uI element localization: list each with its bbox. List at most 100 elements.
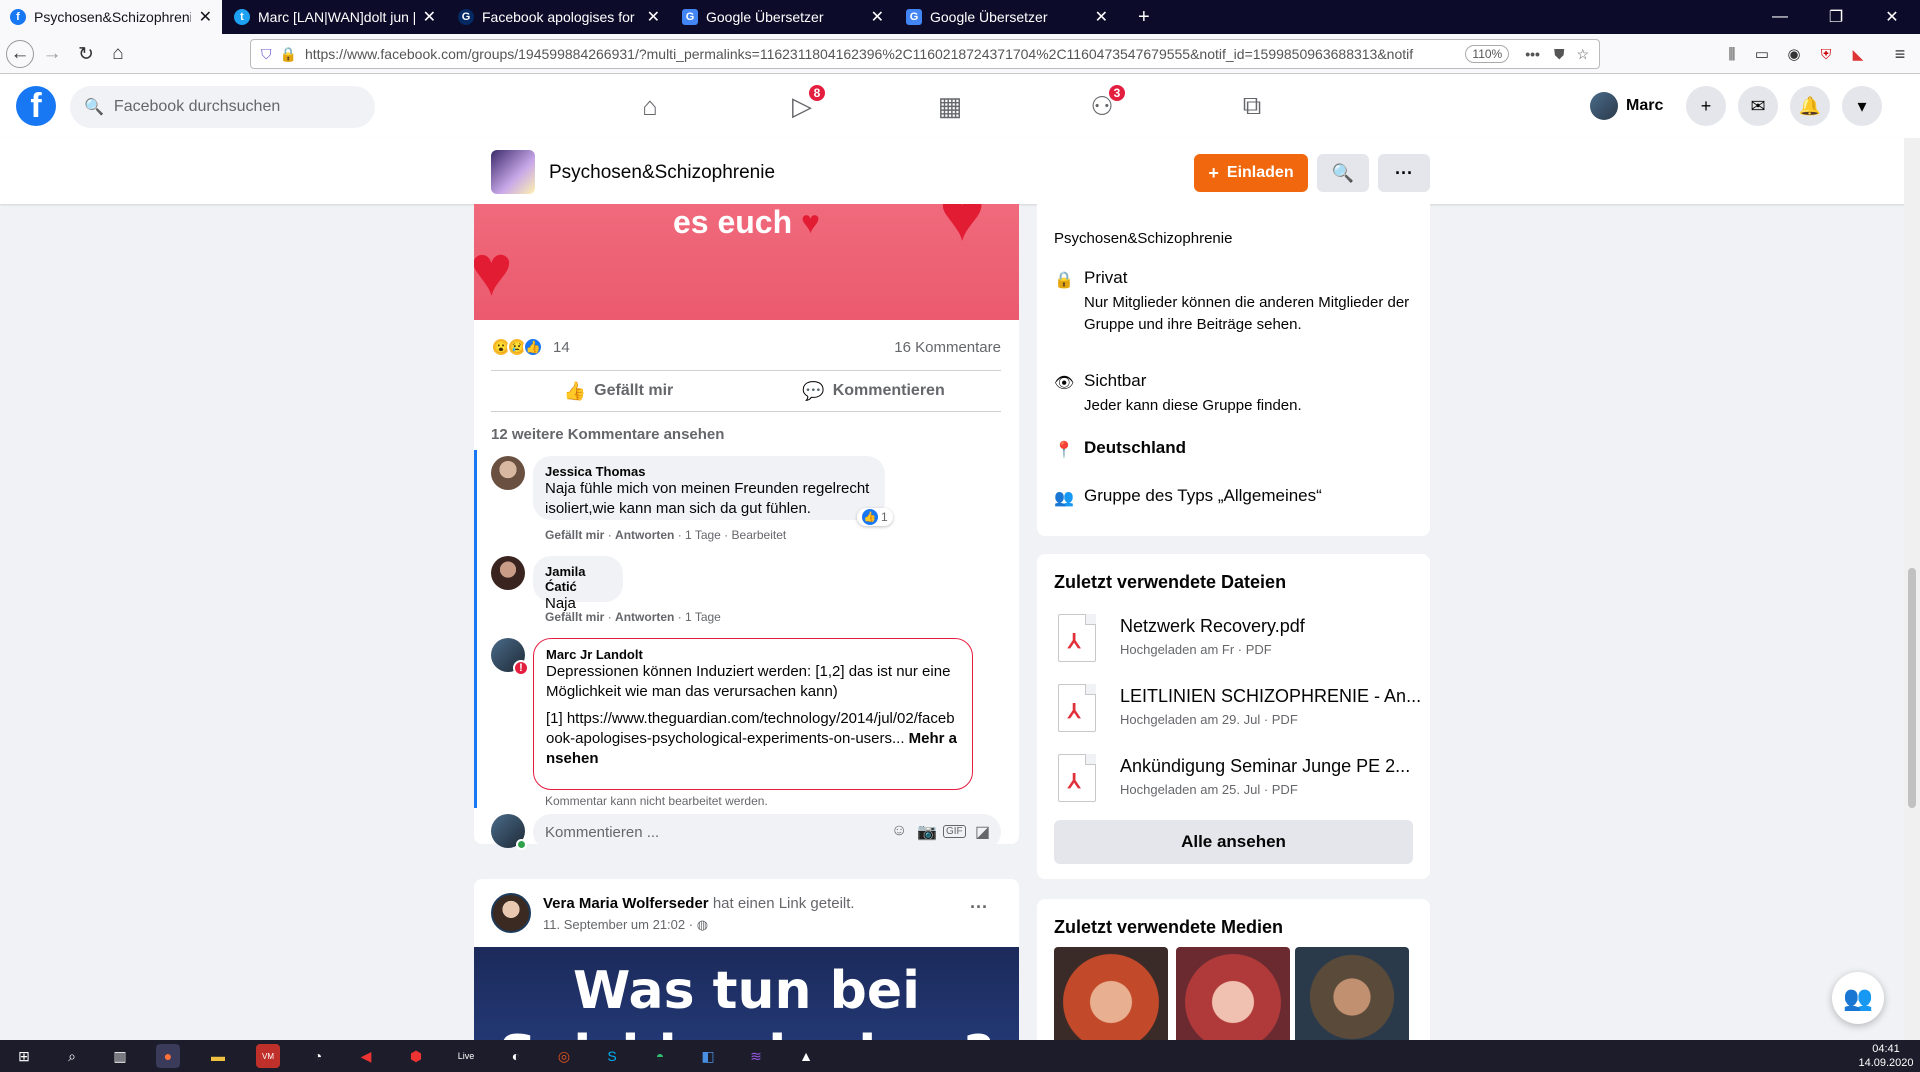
app-icon[interactable]: ◧ (696, 1044, 720, 1068)
voicemeeter-icon[interactable]: VM (256, 1044, 280, 1068)
post-options-icon[interactable]: ··· (970, 897, 988, 918)
comment-time[interactable]: 1 Tage (685, 610, 721, 624)
emoji-icon[interactable]: ☺ (891, 822, 907, 840)
search-input[interactable]: 🔍 Facebook durchsuchen (70, 86, 375, 128)
group-more-button[interactable]: ··· (1378, 154, 1430, 192)
system-clock[interactable]: 04:41 14.09.2020 (1858, 1042, 1914, 1070)
comment-reaction-badge[interactable]: 👍 1 (857, 508, 893, 526)
skype-icon[interactable]: S (600, 1044, 624, 1068)
file-item[interactable]: ⅄ Ankündigung Seminar Junge PE 2... Hoch… (1054, 752, 1424, 808)
app-icon[interactable]: ⬢ (404, 1044, 428, 1068)
new-tab-button[interactable]: + (1128, 0, 1158, 34)
comment-reply-link[interactable]: Antworten (615, 528, 674, 542)
url-text[interactable]: https://www.facebook.com/groups/19459988… (305, 46, 1457, 62)
comment-like-link[interactable]: Gefällt mir (545, 610, 604, 624)
file-explorer-icon[interactable]: ▬ (206, 1044, 230, 1068)
avatar[interactable] (491, 893, 531, 933)
file-name[interactable]: LEITLINIEN SCHIZOPHRENIE - An... (1120, 686, 1420, 707)
group-name[interactable]: Psychosen&Schizophrenie (549, 162, 775, 184)
reload-icon[interactable]: ↻ (72, 40, 100, 68)
messenger-icon[interactable]: ✉ (1738, 86, 1778, 126)
media-thumbnail[interactable] (1054, 947, 1168, 1047)
like-button[interactable]: 👍 Gefällt mir (491, 371, 746, 411)
facebook-logo-icon[interactable]: f (16, 86, 56, 126)
browser-tab[interactable]: G Google Übersetzer ✕ (896, 0, 1118, 34)
reaction-count[interactable]: 14 (553, 339, 570, 356)
post-image[interactable]: ♥ ♥ es euch ♥ (474, 204, 1019, 320)
browser-tab[interactable]: G Facebook apologises for psych ✕ (448, 0, 670, 34)
comment-button[interactable]: 💬 Kommentieren (746, 371, 1001, 411)
extension-icon[interactable]: ◣ (1844, 40, 1872, 68)
close-tab-icon[interactable]: ✕ (423, 7, 436, 27)
file-item[interactable]: ⅄ Netzwerk Recovery.pdf Hochgeladen am F… (1054, 612, 1424, 668)
group-search-button[interactable]: 🔍 (1317, 154, 1369, 192)
close-tab-icon[interactable]: ✕ (871, 7, 884, 27)
comment-count[interactable]: 16 Kommentare (894, 339, 1001, 356)
location-text[interactable]: Deutschland (1084, 438, 1186, 458)
profile-link[interactable]: Marc (1590, 90, 1663, 122)
url-bar[interactable]: ⛉ 🔒 https://www.facebook.com/groups/1945… (250, 39, 1600, 69)
camera-icon[interactable]: 📷 (917, 822, 937, 842)
reaction-summary[interactable]: 😮 😢 👍 14 16 Kommentare (491, 332, 1001, 362)
home-icon[interactable]: ⌂ (104, 40, 132, 68)
sticker-icon[interactable]: ◪ (975, 822, 990, 842)
shield-icon[interactable]: ⛉ (261, 46, 272, 63)
browser-tab[interactable]: t Marc [LAN|WAN]dolt jun [ملا ✕ (224, 0, 446, 34)
watch-nav-icon[interactable]: ▷ 8 (772, 84, 832, 126)
media-thumbnail[interactable] (1295, 947, 1409, 1047)
view-more-comments-link[interactable]: 12 weitere Kommentare ansehen (491, 426, 724, 443)
comment-like-link[interactable]: Gefällt mir (545, 528, 604, 542)
minimize-icon[interactable]: — (1752, 0, 1808, 34)
comment-author[interactable]: Jamila Ćatić (545, 564, 611, 594)
media-thumbnail[interactable] (1176, 947, 1290, 1047)
post-image[interactable]: Was tun bei Suizidgedanken? (474, 947, 1019, 1040)
back-icon[interactable]: ← (6, 40, 34, 68)
zoom-level[interactable]: 110% (1465, 45, 1510, 63)
invite-button[interactable]: + Einladen (1194, 154, 1308, 192)
see-all-files-button[interactable]: Alle ansehen (1054, 820, 1413, 864)
close-window-icon[interactable]: ✕ (1864, 0, 1920, 34)
comment-author[interactable]: Jessica Thomas (545, 464, 873, 479)
home-nav-icon[interactable]: ⌂ (620, 86, 680, 126)
close-tab-icon[interactable]: ✕ (199, 7, 212, 27)
comment-time[interactable]: 1 Tage (685, 528, 721, 542)
ublock-icon[interactable]: ⛨ (1812, 40, 1840, 68)
app-icon[interactable]: ◀ (354, 1044, 378, 1068)
marketplace-nav-icon[interactable]: ▦ (920, 86, 980, 126)
close-tab-icon[interactable]: ✕ (647, 7, 660, 27)
menu-icon[interactable]: ≡ (1886, 40, 1914, 68)
app-icon[interactable]: ◔ (306, 1044, 330, 1068)
search-icon[interactable]: ⌕ (60, 1044, 84, 1068)
notifications-bell-icon[interactable]: 🔔 (1790, 86, 1830, 126)
post-date[interactable]: 11. September um 21:02 · ◍ (543, 917, 708, 933)
ableton-live-icon[interactable]: Live (454, 1044, 478, 1068)
sidebar-icon[interactable]: ▭ (1748, 40, 1776, 68)
file-name[interactable]: Ankündigung Seminar Junge PE 2... (1120, 756, 1420, 777)
file-item[interactable]: ⅄ LEITLINIEN SCHIZOPHRENIE - An... Hochg… (1054, 682, 1424, 738)
browser-tab-active[interactable]: f Psychosen&Schizophrenie | Fa ✕ (0, 0, 222, 34)
account-menu-icon[interactable]: ▾ (1842, 86, 1882, 126)
post-author[interactable]: Vera Maria Wolferseder (543, 895, 709, 912)
create-plus-icon[interactable]: + (1686, 86, 1726, 126)
app-icon[interactable]: ≋ (744, 1044, 768, 1068)
restore-icon[interactable]: ❐ (1808, 0, 1864, 34)
gaming-nav-icon[interactable]: ⧉ (1222, 86, 1282, 126)
account-icon[interactable]: ◉ (1780, 40, 1808, 68)
lock-icon[interactable]: 🔒 (280, 46, 297, 63)
avatar[interactable] (491, 456, 525, 490)
group-cover-thumbnail[interactable] (491, 150, 535, 194)
page-scrollbar[interactable] (1904, 138, 1920, 1040)
page-actions-icon[interactable]: ••• (1525, 46, 1540, 62)
edge-icon[interactable]: ◓ (648, 1044, 672, 1068)
firefox-icon[interactable]: ● (156, 1044, 180, 1068)
bookmark-star-icon[interactable]: ☆ (1576, 46, 1589, 63)
app-icon[interactable]: ◐ (504, 1044, 528, 1068)
pocket-icon[interactable]: ⛊ (1554, 46, 1565, 63)
comment-author[interactable]: Marc Jr Landolt (546, 647, 960, 662)
file-name[interactable]: Netzwerk Recovery.pdf (1120, 616, 1420, 637)
avatar[interactable] (491, 556, 525, 590)
windows-start-icon[interactable]: ⊞ (12, 1044, 36, 1068)
scrollbar-thumb[interactable] (1908, 568, 1916, 808)
new-message-contacts-icon[interactable]: 👥 (1832, 972, 1884, 1024)
forward-icon[interactable]: → (38, 40, 66, 68)
